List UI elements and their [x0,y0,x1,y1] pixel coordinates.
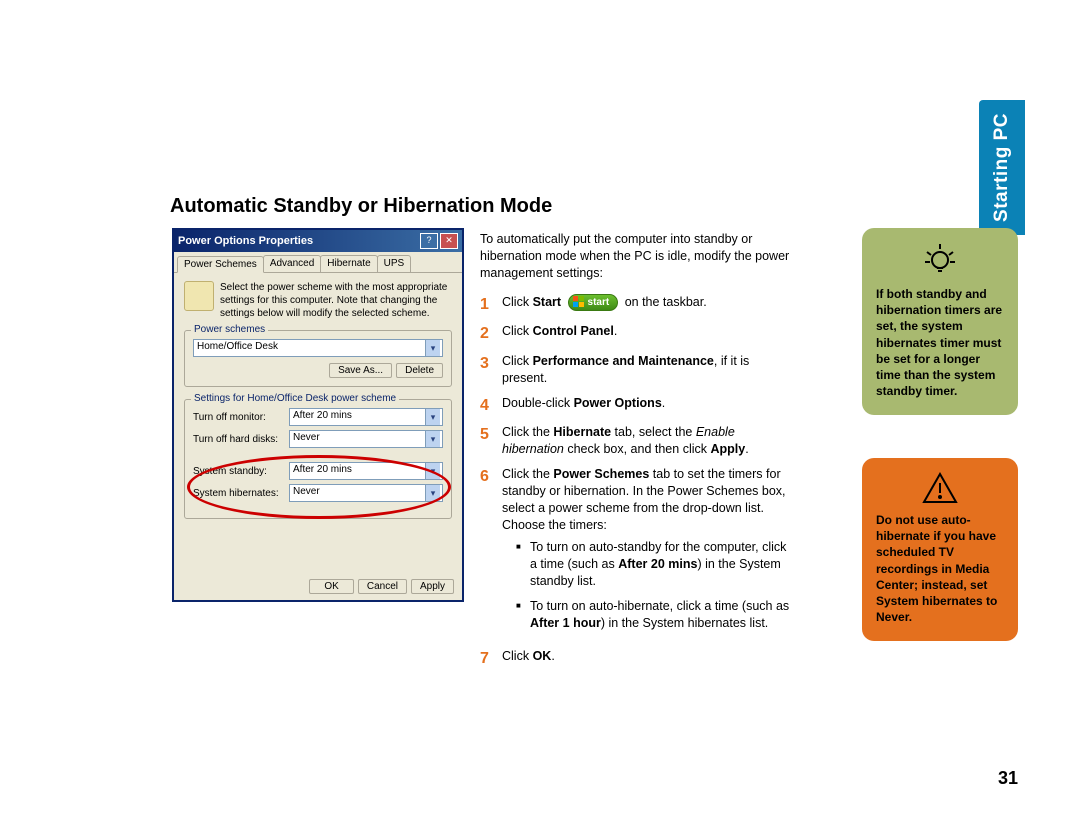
page-number: 31 [998,768,1018,789]
tab-hibernate[interactable]: Hibernate [320,255,377,272]
dialog-title: Power Options Properties [178,235,313,247]
section-tab: Starting PC [979,100,1025,235]
settings-group: Settings for Home/Office Desk power sche… [184,399,452,519]
sub-bullet: To turn on auto-standby for the computer… [516,539,795,590]
steps-intro: To automatically put the computer into s… [480,231,795,282]
apply-button[interactable]: Apply [411,579,454,594]
lightbulb-icon [922,242,958,278]
cancel-button[interactable]: Cancel [358,579,407,594]
warning-icon [922,472,958,504]
section-tab-label: Starting PC [991,113,1013,222]
disks-combo[interactable]: Never [289,430,443,448]
start-button-icon: start [568,294,619,312]
step-number: 4 [480,395,494,417]
monitor-combo[interactable]: After 20 mins [289,408,443,426]
dialog-pane: Select the power scheme with the most ap… [174,273,462,527]
step-4: 4 Double-click Power Options. [480,395,795,417]
step-body: Click Control Panel. [502,323,795,345]
help-button[interactable]: ? [420,233,438,249]
steps-column: To automatically put the computer into s… [480,231,795,677]
step-body: Click OK. [502,648,795,670]
disks-label: Turn off hard disks: [193,434,285,445]
titlebar-buttons: ? ✕ [420,233,458,249]
step-number: 6 [480,466,494,640]
monitor-row: Turn off monitor: After 20 mins [193,408,443,426]
step-number: 1 [480,294,494,316]
standby-row: System standby: After 20 mins [193,462,443,480]
power-options-dialog: Power Options Properties ? ✕ Power Schem… [172,228,464,602]
power-scheme-icon [184,281,214,311]
step-1: 1 Click Start start on the taskbar. [480,294,795,316]
power-schemes-group-label: Power schemes [191,324,268,335]
page-heading: Automatic Standby or Hibernation Mode [170,195,552,218]
standby-combo[interactable]: After 20 mins [289,462,443,480]
monitor-label: Turn off monitor: [193,412,285,423]
warning-callout: Do not use auto-hibernate if you have sc… [862,458,1018,641]
document-page: Automatic Standby or Hibernation Mode St… [0,0,1080,834]
tab-power-schemes[interactable]: Power Schemes [177,256,264,273]
step-number: 3 [480,353,494,387]
step-body: Click the Power Schemes tab to set the t… [502,466,795,640]
step-number: 2 [480,323,494,345]
sub-bullet-list: To turn on auto-standby for the computer… [516,539,795,631]
step-5: 5 Click the Hibernate tab, select the En… [480,424,795,458]
standby-label: System standby: [193,466,285,477]
step-3: 3 Click Performance and Maintenance, if … [480,353,795,387]
scheme-button-row: Save As... Delete [193,363,443,378]
hibernate-combo[interactable]: Never [289,484,443,502]
step-body: Double-click Power Options. [502,395,795,417]
sub-bullet: To turn on auto-hibernate, click a time … [516,598,795,632]
step-6: 6 Click the Power Schemes tab to set the… [480,466,795,640]
power-schemes-group: Power schemes Home/Office Desk Save As..… [184,330,452,387]
settings-group-label: Settings for Home/Office Desk power sche… [191,393,399,404]
warning-text: Do not use auto-hibernate if you have sc… [876,512,1004,625]
pane-description: Select the power scheme with the most ap… [220,281,452,320]
tip-text: If both standby and hibernation timers a… [876,286,1004,399]
step-number: 7 [480,648,494,670]
dialog-footer-buttons: OK Cancel Apply [309,579,454,594]
dialog-titlebar: Power Options Properties ? ✕ [174,230,462,252]
delete-button[interactable]: Delete [396,363,443,378]
scheme-combo[interactable]: Home/Office Desk [193,339,443,357]
step-body: Click the Hibernate tab, select the Enab… [502,424,795,458]
step-number: 5 [480,424,494,458]
save-as-button[interactable]: Save As... [329,363,392,378]
disks-row: Turn off hard disks: Never [193,430,443,448]
step-body: Click Start start on the taskbar. [502,294,795,316]
pane-description-row: Select the power scheme with the most ap… [184,281,452,320]
hibernate-row: System hibernates: Never [193,484,443,502]
tab-advanced[interactable]: Advanced [263,255,321,272]
tip-callout: If both standby and hibernation timers a… [862,228,1018,415]
tab-ups[interactable]: UPS [377,255,412,272]
step-7: 7 Click OK. [480,648,795,670]
windows-flag-icon [573,296,585,308]
hibernate-label: System hibernates: [193,488,285,499]
dialog-tabs: Power Schemes Advanced Hibernate UPS [174,252,462,273]
close-button[interactable]: ✕ [440,233,458,249]
ok-button[interactable]: OK [309,579,353,594]
step-body: Click Performance and Maintenance, if it… [502,353,795,387]
step-2: 2 Click Control Panel. [480,323,795,345]
